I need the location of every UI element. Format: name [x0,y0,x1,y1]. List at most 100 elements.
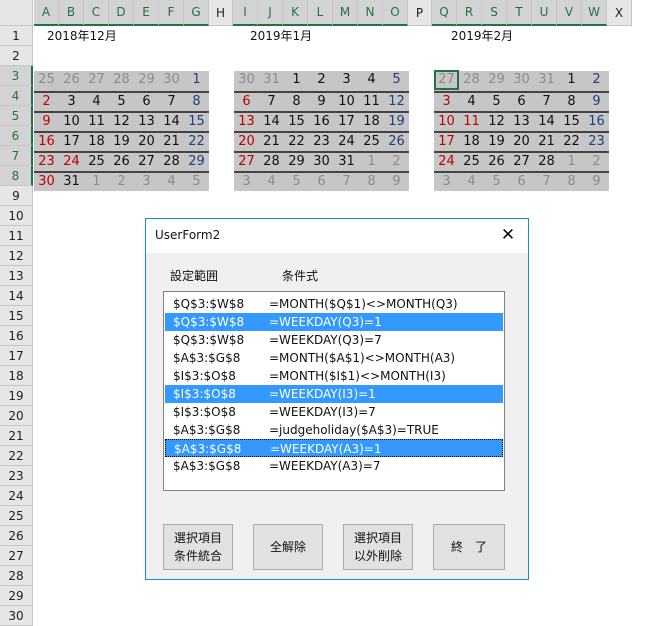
calendar-day-cell[interactable]: 15 [184,113,209,131]
calendar-feb[interactable]: 27 28 29 30 31 1 2 3 4 5 6 7 8 9 10 11 12 13 14 15 16 17 18 19 2… [434,70,609,191]
calendar-day-cell[interactable]: 17 [334,113,359,131]
calendar-day-cell[interactable]: 27 [509,153,534,171]
calendar-day-cell[interactable]: 17 [434,133,459,151]
calendar-day-cell[interactable]: 27 [234,153,259,171]
calendar-day-cell[interactable]: 5 [484,93,509,111]
row-header-26[interactable]: 26 [0,526,33,546]
row-header-15[interactable]: 15 [0,306,33,326]
calendar-day-cell[interactable]: 6 [309,173,334,191]
calendar-day-cell[interactable]: 27 [134,153,159,171]
calendar-day-cell[interactable]: 30 [509,71,534,91]
column-header-i[interactable]: I [233,0,258,26]
column-header-j[interactable]: J [258,0,283,26]
calendar-day-cell[interactable]: 26 [59,71,84,91]
calendar-day-cell[interactable]: 26 [384,133,409,151]
row-header-4[interactable]: 4 [0,86,33,106]
calendar-day-cell[interactable]: 4 [259,173,284,191]
calendar-day-cell[interactable]: 6 [509,93,534,111]
calendar-day-cell[interactable]: 7 [534,93,559,111]
calendar-day-cell[interactable]: 28 [459,71,484,91]
list-item[interactable]: $Q$3:$W$8 =WEEKDAY(Q3)=1 [165,313,503,331]
active-cell-cursor[interactable] [434,70,459,90]
calendar-day-cell[interactable]: 16 [34,133,59,151]
calendar-day-cell[interactable]: 28 [259,153,284,171]
list-item[interactable]: $I$3:$O$8 =WEEKDAY(I3)=7 [165,403,503,421]
calendar-day-cell[interactable]: 10 [334,93,359,111]
row-header-14[interactable]: 14 [0,286,33,306]
calendar-day-cell[interactable]: 20 [234,133,259,151]
calendar-day-cell[interactable]: 1 [559,71,584,91]
row-header-19[interactable]: 19 [0,386,33,406]
row-header-10[interactable]: 10 [0,206,33,226]
calendar-day-cell[interactable]: 29 [134,71,159,91]
calendar-day-cell[interactable]: 2 [309,71,334,91]
calendar-day-cell[interactable]: 14 [259,113,284,131]
calendar-day-cell[interactable]: 5 [484,173,509,191]
calendar-day-cell[interactable]: 17 [59,133,84,151]
calendar-day-cell[interactable]: 28 [159,153,184,171]
calendar-dec[interactable]: 25 26 27 28 29 30 1 2 3 4 5 6 7 8 9 10 11 12 13 14 15 16 17 18 1… [34,70,209,191]
calendar-day-cell[interactable]: 10 [59,113,84,131]
calendar-day-cell[interactable]: 4 [84,93,109,111]
calendar-day-cell[interactable]: 9 [584,93,609,111]
calendar-day-cell[interactable]: 3 [59,93,84,111]
column-header-g[interactable]: G [184,0,209,26]
row-header-23[interactable]: 23 [0,466,33,486]
merge-conditions-button[interactable]: 選択項目 条件統合 [163,524,233,570]
column-header-t[interactable]: T [507,0,532,26]
calendar-day-cell[interactable]: 1 [84,173,109,191]
calendar-day-cell[interactable]: 9 [309,93,334,111]
row-header-1[interactable]: 1 [0,26,33,46]
calendar-day-cell[interactable]: 28 [109,71,134,91]
row-header-8[interactable]: 8 [0,166,33,186]
list-item[interactable]: $I$3:$O$8 =MONTH($I$1)<>MONTH(I3) [165,367,503,385]
calendar-day-cell[interactable]: 11 [359,93,384,111]
calendar-day-cell[interactable]: 14 [159,113,184,131]
calendar-day-cell[interactable]: 19 [109,133,134,151]
calendar-day-cell[interactable]: 15 [559,113,584,131]
calendar-day-cell[interactable]: 30 [34,173,59,191]
calendar-day-cell[interactable]: 7 [259,93,284,111]
row-header-6[interactable]: 6 [0,126,33,146]
calendar-day-cell[interactable]: 6 [509,173,534,191]
row-header-2[interactable]: 2 [0,46,33,66]
clear-all-button[interactable]: 全解除 [253,524,323,570]
column-header-x[interactable]: X [607,0,632,26]
calendar-day-cell[interactable]: 14 [534,113,559,131]
calendar-day-cell[interactable]: 26 [484,153,509,171]
calendar-title-dec[interactable]: 2018年12月 [47,26,117,46]
calendar-day-cell[interactable]: 9 [384,173,409,191]
calendar-day-cell[interactable]: 19 [484,133,509,151]
calendar-day-cell[interactable]: 27 [84,71,109,91]
calendar-title-feb[interactable]: 2019年2月 [451,26,513,46]
calendar-day-cell[interactable]: 16 [309,113,334,131]
calendar-day-cell[interactable]: 8 [559,93,584,111]
calendar-day-cell[interactable]: 8 [559,173,584,191]
row-header-24[interactable]: 24 [0,486,33,506]
row-header-25[interactable]: 25 [0,506,33,526]
column-header-v[interactable]: V [557,0,582,26]
calendar-day-cell[interactable]: 7 [534,173,559,191]
calendar-day-cell[interactable]: 22 [284,133,309,151]
column-header-a[interactable]: A [34,0,59,26]
column-header-w[interactable]: W [582,0,607,26]
calendar-day-cell[interactable]: 4 [359,71,384,91]
calendar-day-cell[interactable]: 7 [334,173,359,191]
column-header-d[interactable]: D [109,0,134,26]
calendar-day-cell[interactable]: 25 [459,153,484,171]
calendar-day-cell[interactable]: 18 [459,133,484,151]
calendar-day-cell[interactable]: 30 [309,153,334,171]
row-header-22[interactable]: 22 [0,446,33,466]
row-header-27[interactable]: 27 [0,546,33,566]
calendar-day-cell[interactable]: 6 [234,93,259,111]
calendar-day-cell[interactable]: 28 [534,153,559,171]
calendar-day-cell[interactable]: 12 [384,93,409,111]
calendar-day-cell[interactable]: 18 [84,133,109,151]
row-header-18[interactable]: 18 [0,366,33,386]
calendar-day-cell[interactable]: 1 [184,71,209,91]
calendar-day-cell[interactable]: 10 [434,113,459,131]
calendar-day-cell[interactable]: 5 [284,173,309,191]
row-header-13[interactable]: 13 [0,266,33,286]
end-button[interactable]: 終 了 [433,524,505,570]
calendar-day-cell[interactable]: 6 [134,93,159,111]
